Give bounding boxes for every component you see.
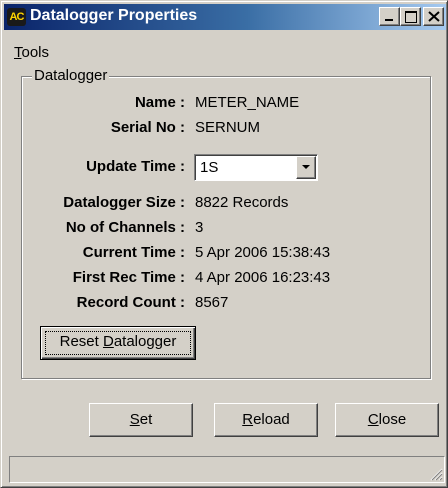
resize-grip-icon[interactable] — [429, 467, 443, 481]
reload-label: eload — [253, 411, 290, 428]
current-time-label: Current Time : — [82, 244, 185, 261]
reset-datalogger-button[interactable]: Reset Datalogger — [40, 326, 196, 360]
chevron-down-icon[interactable] — [296, 156, 316, 179]
minimize-button[interactable] — [379, 7, 400, 26]
app-icon: AC — [7, 8, 26, 26]
maximize-button[interactable] — [400, 7, 421, 26]
focus-rect — [45, 331, 191, 355]
record-count-value: 8567 — [195, 294, 229, 311]
reload-button[interactable]: Reload — [214, 403, 318, 437]
serial-value: SERNUM — [195, 119, 261, 136]
channels-label: No of Channels : — [65, 219, 185, 236]
menu-bar: Tools — [4, 32, 446, 61]
datalogger-size-value: 8822 Records — [195, 194, 289, 211]
status-bar — [9, 456, 445, 483]
reload-access-key: R — [242, 411, 254, 428]
update-time-select[interactable]: 1S — [194, 154, 318, 181]
group-label: Datalogger — [32, 67, 110, 84]
first-rec-time-value: 4 Apr 2006 16:23:43 — [195, 269, 331, 286]
window-title: Datalogger Properties — [30, 7, 198, 24]
update-time-label: Update Time : — [86, 158, 185, 175]
close-access-key: C — [367, 411, 379, 428]
channels-value: 3 — [195, 219, 204, 236]
set-label: et — [139, 411, 153, 428]
menu-tools-label: ools — [21, 44, 50, 61]
name-label: Name : — [134, 94, 185, 111]
first-rec-time-label: First Rec Time : — [72, 269, 185, 286]
menu-tools-access-key: T — [14, 44, 22, 61]
close-window-button[interactable] — [423, 7, 444, 26]
close-button[interactable]: Close — [335, 403, 439, 437]
serial-label: Serial No : — [110, 119, 185, 136]
properties-window: AC Datalogger Properties Tools Datalogge… — [0, 0, 448, 488]
title-bar[interactable]: AC Datalogger Properties — [4, 4, 446, 30]
datalogger-size-label: Datalogger Size : — [63, 194, 185, 211]
set-access-key: S — [129, 411, 140, 428]
menu-tools[interactable]: Tools — [14, 44, 49, 61]
record-count-label: Record Count : — [76, 294, 185, 311]
set-button[interactable]: Set — [89, 403, 193, 437]
current-time-value: 5 Apr 2006 15:38:43 — [195, 244, 331, 261]
close-icon — [428, 11, 440, 22]
close-label: lose — [378, 411, 407, 428]
name-value: METER_NAME — [195, 94, 300, 111]
update-time-value: 1S — [200, 159, 219, 176]
